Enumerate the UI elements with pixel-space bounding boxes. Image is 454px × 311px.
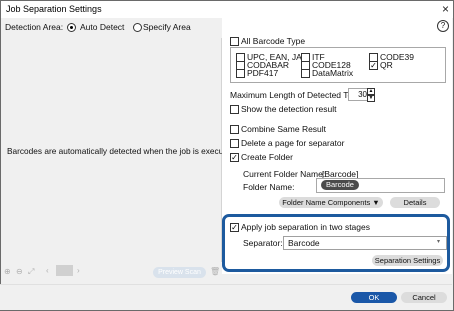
radio-auto-detect[interactable]	[67, 23, 76, 32]
next-page-icon[interactable]: ›	[77, 266, 80, 275]
zoom-out-icon[interactable]: ⊖	[16, 267, 23, 276]
ok-button[interactable]: OK	[351, 292, 397, 303]
delete-page-checkbox[interactable]	[230, 139, 239, 148]
label-qr: QR	[380, 60, 393, 70]
radio-auto-detect-label[interactable]: Auto Detect	[80, 22, 124, 32]
label-pdf417: PDF417	[247, 68, 279, 78]
max-length-stepper[interactable]: ▲ ▼	[367, 88, 380, 102]
separator-value: Barcode	[288, 238, 320, 248]
auto-detect-message: Barcodes are automatically detected when…	[7, 146, 238, 156]
stepper-down-icon[interactable]: ▼	[367, 95, 375, 102]
preview-scan-button[interactable]: Preview Scan	[153, 267, 206, 278]
detection-area-label: Detection Area:	[5, 22, 64, 32]
all-barcode-checkbox[interactable]	[230, 37, 239, 46]
trash-icon[interactable]: 🗑	[210, 267, 220, 276]
folder-name-label: Folder Name:	[243, 182, 295, 192]
current-folder-label: Current Folder Name:	[243, 169, 326, 179]
show-result-checkbox[interactable]	[230, 105, 239, 114]
folder-components-button[interactable]: Folder Name Components ▼	[279, 197, 383, 208]
create-folder-checkbox[interactable]: ✓	[230, 153, 239, 162]
page-number-box[interactable]	[56, 265, 73, 276]
all-barcode-label: All Barcode Type	[241, 36, 306, 46]
max-length-label: Maximum Length of Detected Text:	[230, 90, 362, 100]
barcode-chip[interactable]: Barcode	[321, 180, 359, 190]
create-folder-label: Create Folder	[241, 152, 293, 162]
prev-page-icon[interactable]: ‹	[46, 266, 49, 275]
combine-label: Combine Same Result	[241, 124, 327, 134]
help-icon[interactable]: ?	[437, 20, 449, 32]
show-result-label: Show the detection result	[241, 104, 337, 114]
checkbox-datamatrix[interactable]	[301, 69, 310, 78]
two-stage-label: Apply job separation in two stages	[241, 222, 370, 232]
close-icon[interactable]: ×	[439, 3, 452, 15]
separator-select[interactable]: Barcode ▾	[283, 236, 447, 250]
checkbox-pdf417[interactable]	[236, 69, 245, 78]
separator-label: Separator:	[243, 238, 283, 248]
radio-specify-area-label[interactable]: Specify Area	[143, 22, 191, 32]
fit-page-icon[interactable]: ⤢	[28, 267, 34, 277]
separation-settings-button[interactable]: Separation Settings	[372, 255, 443, 266]
two-stage-checkbox[interactable]: ✓	[230, 223, 239, 232]
delete-page-label: Delete a page for separator	[241, 138, 345, 148]
radio-specify-area[interactable]	[133, 23, 142, 32]
label-datamatrix: DataMatrix	[312, 68, 354, 78]
stepper-up-icon[interactable]: ▲	[367, 88, 375, 95]
cancel-button[interactable]: Cancel	[401, 292, 447, 303]
window-title: Job Separation Settings	[6, 4, 102, 14]
checkbox-qr[interactable]: ✓	[369, 61, 378, 70]
zoom-in-icon[interactable]: ⊕	[4, 267, 11, 276]
chevron-down-icon: ▾	[437, 239, 441, 245]
preview-pane: Barcodes are automatically detected when…	[1, 38, 237, 262]
combine-checkbox[interactable]	[230, 125, 239, 134]
details-button[interactable]: Details	[390, 197, 440, 208]
title-bar: Job Separation Settings ×	[1, 1, 453, 18]
